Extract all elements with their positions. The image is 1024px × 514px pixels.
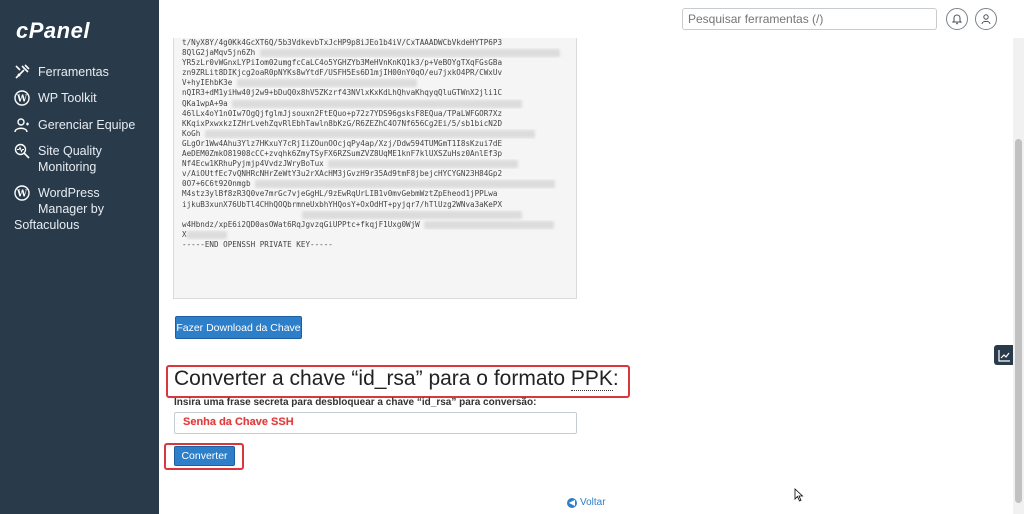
sidebar-item-label: WP Toolkit <box>38 91 97 105</box>
mouse-cursor-icon <box>794 488 804 502</box>
svg-text:W: W <box>16 190 28 200</box>
download-key-button[interactable]: Fazer Download da Chave <box>175 316 302 339</box>
user-icon <box>980 13 992 25</box>
passphrase-label: Insira uma frase secreta para desbloquea… <box>174 397 537 408</box>
back-arrow-icon: ◀ <box>567 497 577 508</box>
cpanel-logo[interactable]: cPanel <box>16 18 90 44</box>
key-line: -----END OPENSSH PRIVATE KEY----- <box>182 239 333 249</box>
key-line: 46lLx4oY1n0Iw7OgQjfglmJjsouxn2FtEQuo+p72… <box>182 108 503 118</box>
pulse-icon <box>14 143 30 159</box>
key-line: KoGh <box>182 129 568 139</box>
key-line: GLgOr1Ww4Ahu3Ylz7HKxuY7cRjIiZOunOOcjqPy4… <box>182 138 503 148</box>
key-line: ijkuB3xunX76UbTl4CHhQOQbrmneUxbhYHQosY+O… <box>182 199 503 209</box>
key-line: zn9ZRLit8DIKjcg2oaR0pNYKs8wYtdF/USFH5Es6… <box>182 68 503 78</box>
users-icon <box>14 117 30 133</box>
ppk-abbr: PPK <box>570 367 613 391</box>
key-line: 8QlG2jaMqv5jn6Zh <box>182 48 568 58</box>
sidebar: cPanel Ferramentas W WP Toolkit Gerencia… <box>0 0 159 514</box>
key-line <box>182 210 568 220</box>
convert-button[interactable]: Converter <box>174 446 235 466</box>
scrollbar[interactable] <box>1013 38 1024 514</box>
stats-button[interactable] <box>994 345 1015 365</box>
key-line: Nf4Ecw1KRhuPyjmjp4VvdzJWryBoTux <box>182 159 568 169</box>
key-line: AeDEM0ZmkO81908cCC+zvqhk6ZmyTSyFX6RZSumZ… <box>182 149 503 159</box>
sidebar-item-label: Gerenciar Equipe <box>38 118 136 132</box>
key-line: w4Hbndz/xpE6i2QD0asOWat6RqJgvzqGiUPPtc+f… <box>182 220 568 230</box>
key-line: v/AiOUtfEc7vQNHRcNHrZeWtY3u2rXAcHM3jGvzH… <box>182 169 503 179</box>
chart-icon <box>998 349 1011 362</box>
key-line: X <box>182 230 568 240</box>
key-line: 0O7+6C6t920nmgb <box>182 179 568 189</box>
sidebar-item-wp-toolkit[interactable]: W WP Toolkit <box>14 90 97 106</box>
back-link[interactable]: ◀ Voltar <box>567 497 606 508</box>
tools-icon <box>14 64 30 80</box>
scrollbar-thumb[interactable] <box>1015 139 1022 503</box>
key-line: M4stz3ylBf8zR3Q0ve7mrGc7vjeGgHL/9zEwRqUr… <box>182 189 498 199</box>
key-line: nQIR3+dM1yiHw40j2w9+bDuQ0x8hV5ZKzrf43NVl… <box>182 88 503 98</box>
sidebar-item-label: WordPress Manager by <box>38 186 105 216</box>
private-key-textarea[interactable]: t/NyX8Y/4g0Kk4GcXT6Q/5b3VdkevbTxJcHP9p8i… <box>173 38 577 299</box>
wordpress-icon: W <box>14 185 30 201</box>
sidebar-item-ferramentas[interactable]: Ferramentas <box>14 64 109 80</box>
notifications-button[interactable] <box>946 8 968 30</box>
sidebar-item-site-quality-monitoring[interactable]: Site Quality Monitoring <box>14 143 102 175</box>
key-line: V+hyIEhbK3e <box>182 78 568 88</box>
bell-icon <box>951 13 963 25</box>
svg-text:W: W <box>16 95 28 105</box>
sidebar-item-wordpress-manager[interactable]: W WordPress Manager by <box>14 185 154 217</box>
sidebar-item-gerenciar-equipe[interactable]: Gerenciar Equipe <box>14 117 135 133</box>
key-line: KKqixPxwxkzIZHrLvehZqvRlEbhTawln8bKzG/R6… <box>182 118 503 128</box>
convert-heading: Converter a chave “id_rsa” para o format… <box>174 367 619 391</box>
user-menu-button[interactable] <box>975 8 997 30</box>
sidebar-item-label-softaculous: Softaculous <box>14 218 80 232</box>
key-line: YR5zLr0vWGnxLYPiIom02umgfcCaLC4o5YGHZYb3… <box>182 58 503 68</box>
sidebar-item-label: Site Quality Monitoring <box>38 144 102 174</box>
sidebar-item-label: Ferramentas <box>38 65 109 79</box>
wordpress-icon: W <box>14 90 30 106</box>
passphrase-input[interactable]: Senha da Chave SSH <box>174 412 577 434</box>
search-input[interactable] <box>682 8 937 30</box>
key-line: t/NyX8Y/4g0Kk4GcXT6Q/5b3VdkevbTxJcHP9p8i… <box>182 38 503 47</box>
key-line: QKa1wpA+9a <box>182 99 568 109</box>
